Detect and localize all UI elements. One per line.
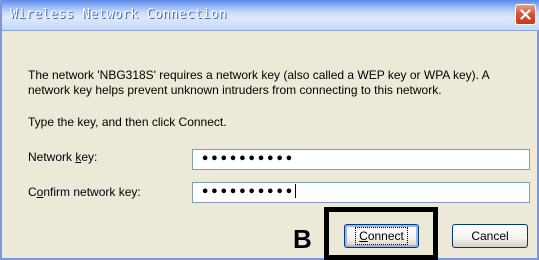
close-icon[interactable]	[515, 4, 536, 25]
confirm-key-field[interactable]: ••••••••••	[192, 182, 530, 203]
cancel-button[interactable]: Cancel	[452, 224, 528, 248]
instruction-text: Type the key, and then click Connect.	[28, 115, 227, 129]
message-line-1: The network 'NBG318S' requires a network…	[28, 68, 490, 82]
window-title: Wireless Network Connection	[10, 7, 227, 22]
network-key-field[interactable]: ••••••••••	[192, 149, 530, 170]
network-key-label: Network key:	[28, 150, 97, 164]
text-caret	[295, 184, 297, 198]
confirm-key-label-post: nfirm network key:	[43, 185, 141, 199]
network-key-label-pre: Network	[28, 150, 76, 164]
confirm-key-value: ••••••••••	[201, 185, 295, 200]
confirm-key-label-pre: C	[28, 185, 37, 199]
callout-label: B	[293, 224, 312, 254]
close-x-glyph	[520, 9, 531, 20]
dialog-window: Wireless Network Connection The network …	[0, 0, 539, 260]
confirm-key-label: Confirm network key:	[28, 185, 141, 199]
network-key-value: ••••••••••	[201, 152, 295, 167]
network-key-label-post: ey:	[81, 150, 98, 164]
network-key-message: The network 'NBG318S' requires a network…	[28, 68, 528, 98]
title-bar[interactable]: Wireless Network Connection	[2, 0, 539, 31]
message-line-2: network key helps prevent unknown intrud…	[28, 83, 442, 97]
callout-highlight-box	[324, 207, 438, 260]
